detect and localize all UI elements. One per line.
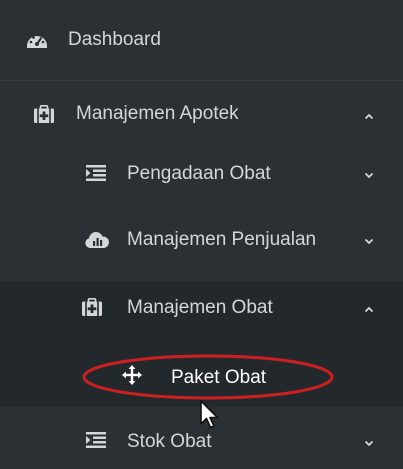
list-icon — [86, 432, 106, 448]
sidebar-item-manajemen-apotek[interactable]: Manajemen Apotek — [0, 81, 403, 149]
sidebar-nav: Dashboard Manajemen Apotek Pengadaan Oba… — [0, 0, 403, 469]
highlight-ellipse — [82, 354, 334, 400]
sidebar-item-label: Manajemen Penjualan — [127, 229, 317, 250]
chevron-down-icon[interactable] — [363, 169, 375, 181]
sidebar-item-label: Manajemen Apotek — [76, 103, 239, 124]
sidebar-item-label: Pengadaan Obat — [127, 163, 271, 184]
sidebar-item-manajemen-penjualan[interactable]: Manajemen Penjualan — [0, 215, 403, 281]
sidebar-item-label: Stok Obat — [127, 431, 212, 452]
list-icon — [86, 165, 106, 181]
chevron-down-icon[interactable] — [363, 235, 375, 247]
cloud-chart-icon — [85, 230, 109, 248]
chevron-up-icon[interactable] — [363, 303, 375, 315]
medkit-icon — [34, 105, 54, 123]
sidebar-item-manajemen-obat[interactable]: Manajemen Obat — [0, 281, 403, 349]
chevron-down-icon[interactable] — [363, 437, 375, 449]
dashboard-icon — [26, 31, 48, 49]
sidebar-item-label: Dashboard — [68, 29, 161, 50]
mouse-cursor-icon — [200, 400, 219, 429]
medkit-icon — [82, 298, 102, 316]
sidebar-item-pengadaan-obat[interactable]: Pengadaan Obat — [0, 149, 403, 215]
sidebar-item-label: Manajemen Obat — [127, 297, 273, 318]
chevron-up-icon[interactable] — [363, 110, 375, 122]
sidebar-item-dashboard[interactable]: Dashboard — [0, 0, 403, 80]
